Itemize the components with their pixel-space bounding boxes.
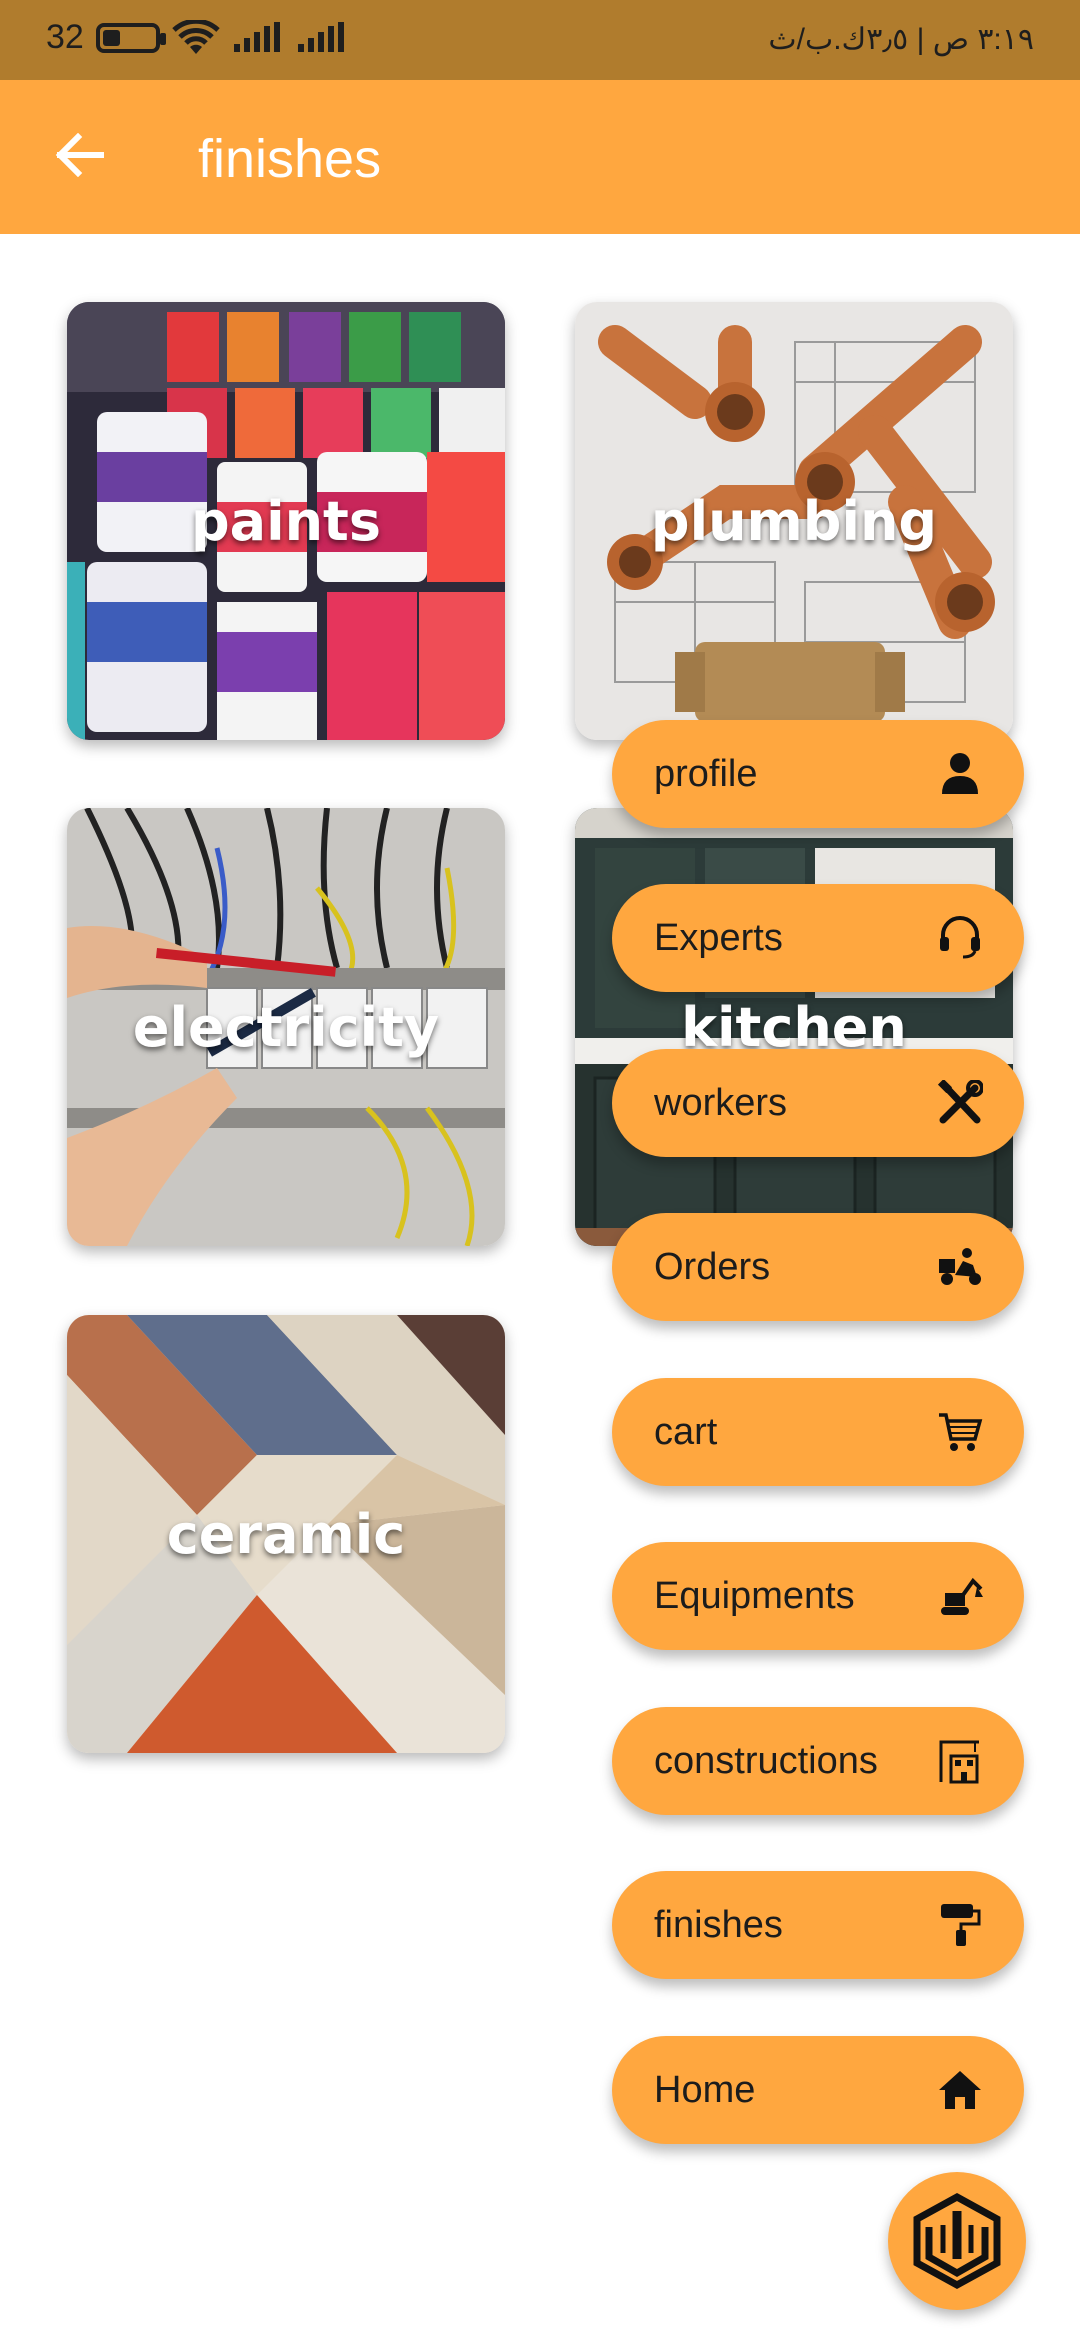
category-tile-paints[interactable]: paints bbox=[67, 302, 505, 740]
menu-label: profile bbox=[654, 752, 758, 795]
menu-label: Orders bbox=[654, 1245, 771, 1288]
paint-roller-icon bbox=[936, 1901, 984, 1949]
menu-item-equipments[interactable]: Equipments bbox=[612, 1542, 1024, 1650]
home-icon bbox=[936, 2066, 984, 2114]
category-label: kitchen bbox=[681, 995, 907, 1059]
arrow-left-icon bbox=[55, 133, 104, 177]
category-label: plumbing bbox=[650, 489, 938, 553]
headset-icon bbox=[936, 914, 984, 962]
menu-item-constructions[interactable]: constructions bbox=[612, 1707, 1024, 1815]
menu-label: cart bbox=[654, 1410, 718, 1453]
menu-label: Experts bbox=[654, 916, 783, 959]
tools-icon bbox=[936, 1079, 984, 1127]
menu-item-experts[interactable]: Experts bbox=[612, 884, 1024, 992]
menu-item-finishes[interactable]: finishes bbox=[612, 1871, 1024, 1979]
status-bar: 32 ٣:١٩ ص | ٣٫٥ك.ب/ث bbox=[0, 0, 1080, 80]
menu-label: finishes bbox=[654, 1903, 783, 1946]
category-label: ceramic bbox=[166, 1502, 406, 1566]
menu-item-cart[interactable]: cart bbox=[612, 1378, 1024, 1486]
menu-label: Equipments bbox=[654, 1574, 855, 1617]
menu-label: Home bbox=[654, 2068, 756, 2111]
cart-icon bbox=[936, 1408, 984, 1456]
menu-item-home[interactable]: Home bbox=[612, 2036, 1024, 2144]
wifi-icon bbox=[172, 19, 220, 54]
signal-icon bbox=[233, 21, 280, 52]
category-label: electricity bbox=[132, 995, 440, 1059]
delivery-scooter-icon bbox=[936, 1243, 984, 1291]
person-icon bbox=[936, 750, 984, 798]
menu-item-profile[interactable]: profile bbox=[612, 720, 1024, 828]
category-tile-electricity[interactable]: electricity bbox=[67, 808, 505, 1246]
status-time: ٣:١٩ ص | ٣٫٥ك.ب/ث bbox=[768, 23, 1034, 56]
excavator-icon bbox=[936, 1572, 984, 1620]
crane-building-icon bbox=[936, 1737, 984, 1785]
menu-fab-button[interactable] bbox=[888, 2172, 1026, 2310]
signal-icon bbox=[297, 21, 344, 52]
menu-label: workers bbox=[654, 1081, 788, 1124]
category-tile-ceramic[interactable]: ceramic bbox=[67, 1315, 505, 1753]
page-title: finishes bbox=[198, 129, 382, 189]
back-button[interactable] bbox=[44, 120, 114, 190]
battery-icon bbox=[95, 22, 166, 53]
category-label: paints bbox=[190, 489, 381, 553]
menu-label: constructions bbox=[654, 1739, 878, 1782]
battery-percent: 32 bbox=[46, 18, 84, 56]
category-tile-kitchen[interactable]: kitchen bbox=[575, 808, 1013, 1246]
status-indicators: 32 bbox=[46, 18, 348, 57]
category-tile-plumbing[interactable]: plumbing bbox=[575, 302, 1013, 740]
menu-item-orders[interactable]: Orders bbox=[612, 1213, 1024, 1321]
app-bar: finishes bbox=[0, 80, 1080, 234]
battery-level-fill bbox=[102, 29, 120, 46]
menu-item-workers[interactable]: workers bbox=[612, 1049, 1024, 1157]
app-logo-icon bbox=[913, 2193, 1001, 2289]
